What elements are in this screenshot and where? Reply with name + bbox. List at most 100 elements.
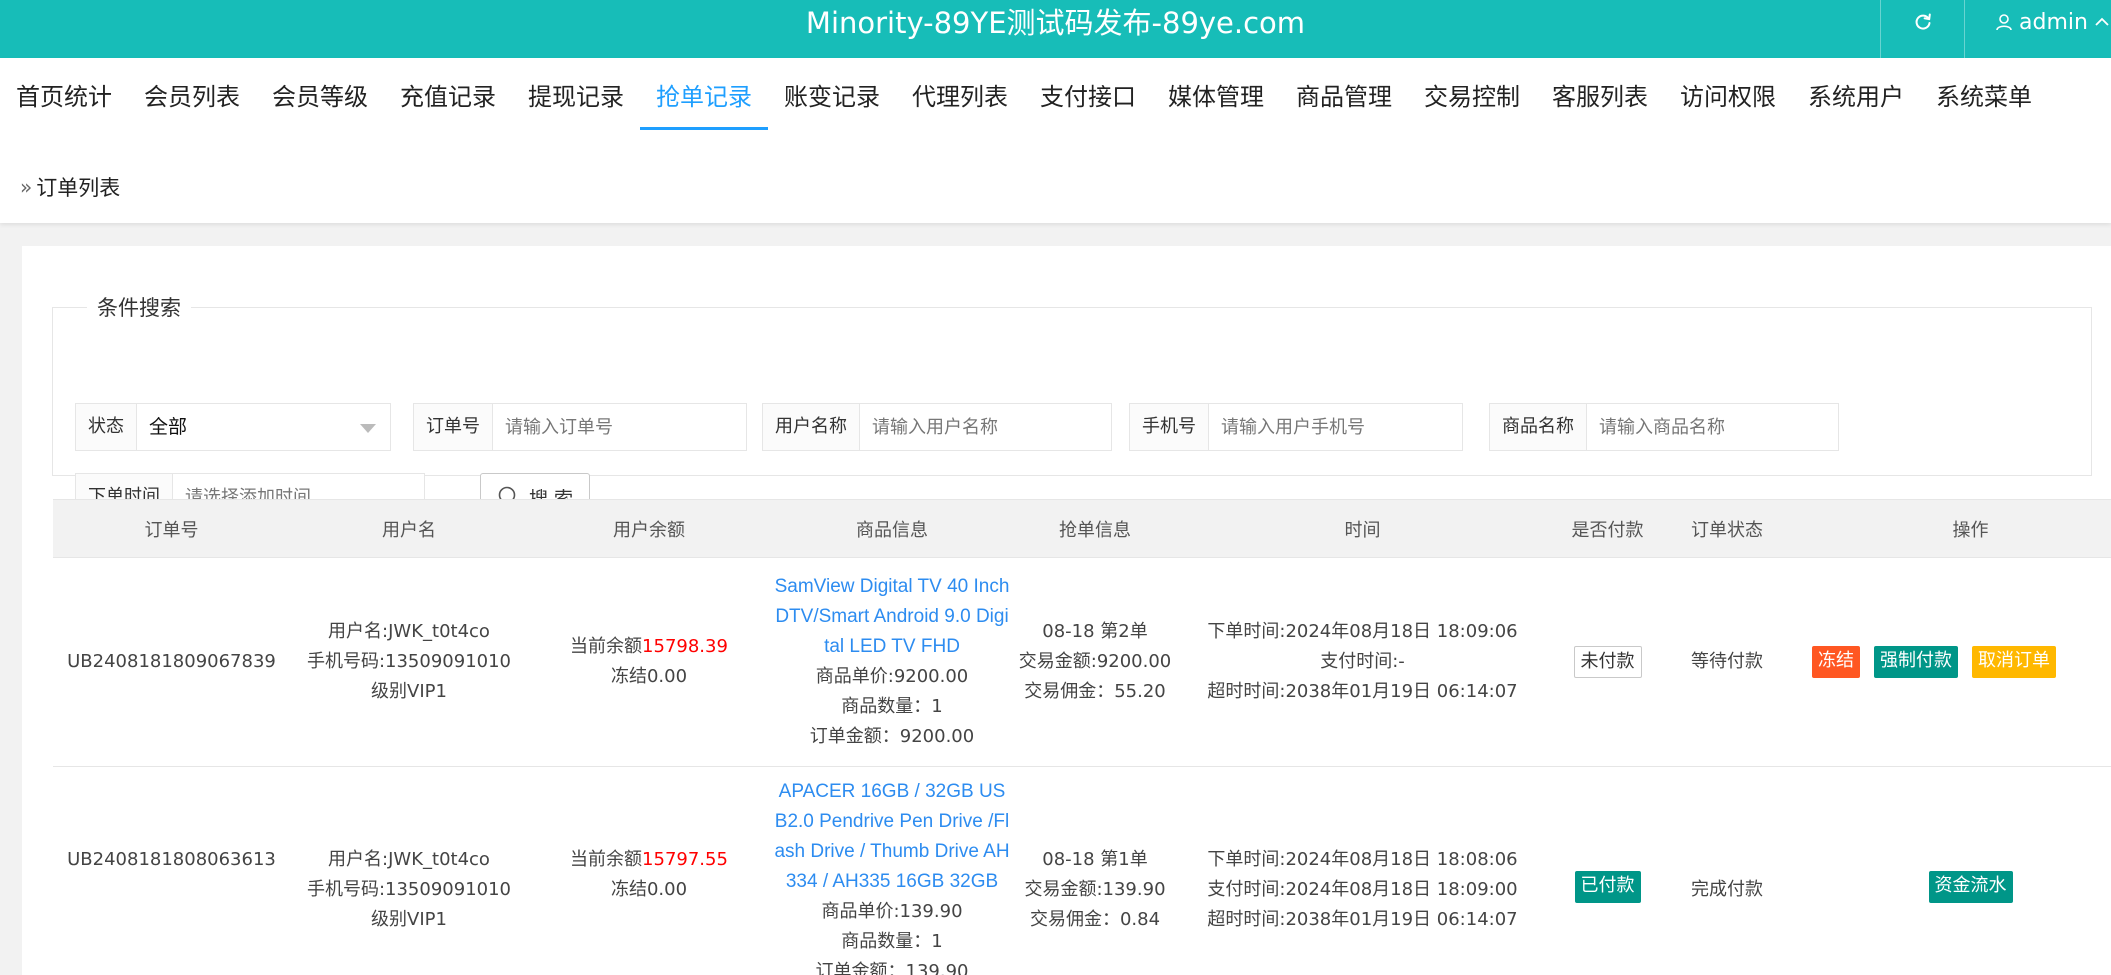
grab-cell: 08-18 第2单 交易金额:9200.00 交易佣金：55.20 (1014, 557, 1176, 767)
time-cell: 下单时间:2024年08月18日 18:08:06 支付时间:2024年08月1… (1176, 766, 1549, 975)
col-header-actions: 操作 (1788, 499, 2111, 558)
time-cell: 下单时间:2024年08月18日 18:09:06 支付时间:- 超时时间:20… (1176, 557, 1549, 767)
status-value[interactable]: 全部 (137, 404, 390, 450)
phone-field: 手机号 (1129, 403, 1463, 451)
actions-cell: 冻结 强制付款 取消订单 (1788, 557, 2111, 767)
search-panel: 条件搜索 状态 全部 订单号 用户名称 手机号 商品名称 下单时间 (52, 292, 2092, 521)
refresh-button[interactable] (1880, 0, 1964, 58)
order-time: 下单时间:2024年08月18日 18:08:06 (1207, 849, 1518, 870)
menu-item-agents[interactable]: 代理列表 (896, 58, 1024, 130)
goods-cell: APACER 16GB / 32GB USB2.0 Pendrive Pen D… (770, 766, 1014, 975)
chevron-up-icon (2095, 17, 2109, 26)
breadcrumb-label: 订单列表 (36, 176, 121, 200)
order-no: UB2408181809067839 (53, 557, 290, 767)
menu-item-grab-orders[interactable]: 抢单记录 (640, 58, 768, 130)
phone-input[interactable] (1209, 404, 1462, 450)
col-header-balance: 用户余额 (528, 499, 770, 558)
menu-item-system-users[interactable]: 系统用户 (1792, 58, 1920, 130)
order-number-field: 订单号 (413, 403, 747, 451)
menu-item-access[interactable]: 访问权限 (1664, 58, 1792, 130)
col-header-time: 时间 (1176, 499, 1549, 558)
table-header-row: 订单号 用户名 用户余额 商品信息 抢单信息 时间 是否付款 订单状态 操作 (53, 499, 2111, 558)
menu-item-balance-changes[interactable]: 账变记录 (768, 58, 896, 130)
refresh-icon (1915, 13, 1931, 30)
balance-label: 当前余额 (570, 849, 643, 870)
breadcrumb: » 订单列表 (20, 172, 120, 202)
grab-cell: 08-18 第1单 交易金额:139.90 交易佣金：0.84 (1014, 766, 1176, 975)
fund-flow-button[interactable]: 资金流水 (1928, 871, 2013, 903)
menu-item-media[interactable]: 媒体管理 (1152, 58, 1280, 130)
search-legend: 条件搜索 (97, 296, 181, 320)
user-cell: 用户名:JWK_t0t4co 手机号码:13509091010 级别VIP1 (290, 766, 528, 975)
status-select[interactable]: 状态 全部 (75, 403, 391, 451)
balance-line: 当前余额15798.39 (532, 632, 766, 662)
unpaid-badge: 未付款 (1573, 646, 1642, 678)
menu-item-withdrawals[interactable]: 提现记录 (512, 58, 640, 130)
menu-item-members[interactable]: 会员列表 (128, 58, 256, 130)
order-number-input[interactable] (493, 404, 746, 450)
order-number-label: 订单号 (414, 404, 493, 450)
caret-down-icon (360, 424, 376, 433)
phone-label: 手机号 (1130, 404, 1209, 450)
col-header-grab: 抢单信息 (1014, 499, 1176, 558)
frozen-amount: 冻结0.00 (610, 666, 688, 687)
main-panel: 条件搜索 状态 全部 订单号 用户名称 手机号 商品名称 下单时间 (22, 246, 2111, 975)
user-name: 用户名:JWK_t0t4co (328, 849, 490, 870)
user-cell: 用户名:JWK_t0t4co 手机号码:13509091010 级别VIP1 (290, 557, 528, 767)
goods-name-input[interactable] (1587, 404, 1838, 450)
goods-link[interactable]: APACER 16GB / 32GB USB2.0 Pendrive Pen D… (774, 777, 1010, 897)
goods-name-field: 商品名称 (1489, 403, 1839, 451)
user-menu[interactable]: admin (1964, 0, 2111, 58)
balance-value: 15798.39 (642, 636, 728, 657)
user-level: 级别VIP1 (371, 681, 447, 702)
table-row: UB2408181808063613 用户名:JWK_t0t4co 手机号码:1… (53, 766, 2111, 975)
grab-no: 08-18 第2单 (1042, 621, 1148, 642)
col-header-paid: 是否付款 (1549, 499, 1666, 558)
actions-cell: 资金流水 (1788, 766, 2111, 975)
trade-amount: 交易金额:139.90 (1024, 879, 1166, 900)
order-amount: 订单金额：139.90 (815, 961, 969, 975)
status-cell: 等待付款 (1666, 557, 1788, 767)
balance-cell: 当前余额15797.55 冻结0.00 (528, 766, 770, 975)
username-field: 用户名称 (762, 403, 1112, 451)
balance-label: 当前余额 (570, 636, 643, 657)
balance-line: 当前余额15797.55 (532, 845, 766, 875)
menu-item-recharges[interactable]: 充值记录 (384, 58, 512, 130)
double-chevron-right-icon: » (20, 175, 33, 199)
unit-price: 商品单价:9200.00 (815, 666, 969, 687)
navbar: 首页统计 会员列表 会员等级 充值记录 提现记录 抢单记录 账变记录 代理列表 … (0, 58, 2111, 223)
menu-item-system-menu[interactable]: 系统菜单 (1920, 58, 2048, 130)
pay-time: 支付时间:- (1320, 651, 1405, 672)
pay-time: 支付时间:2024年08月18日 18:09:00 (1207, 879, 1518, 900)
main-menu: 首页统计 会员列表 会员等级 充值记录 提现记录 抢单记录 账变记录 代理列表 … (0, 58, 2048, 130)
commission: 交易佣金：0.84 (1029, 909, 1161, 930)
force-pay-button[interactable]: 强制付款 (1874, 646, 1958, 678)
cancel-order-button[interactable]: 取消订单 (1972, 646, 2056, 678)
commission: 交易佣金：55.20 (1024, 681, 1166, 702)
menu-item-trade-control[interactable]: 交易控制 (1408, 58, 1536, 130)
goods-cell: SamView Digital TV 40 Inch DTV/Smart And… (770, 557, 1014, 767)
top-bar: Minority-89YE测试码发布-89ye.com admin (0, 0, 2111, 58)
user-icon (1996, 14, 2012, 31)
frozen-amount: 冻结0.00 (610, 879, 688, 900)
menu-item-member-levels[interactable]: 会员等级 (256, 58, 384, 130)
table-row: UB2408181809067839 用户名:JWK_t0t4co 手机号码:1… (53, 557, 2111, 767)
menu-item-payment[interactable]: 支付接口 (1024, 58, 1152, 130)
col-header-username: 用户名 (290, 499, 528, 558)
menu-item-dashboard[interactable]: 首页统计 (0, 58, 128, 130)
goods-name-label: 商品名称 (1490, 404, 1587, 450)
timeout-time: 超时时间:2038年01月19日 06:14:07 (1207, 909, 1518, 930)
goods-link[interactable]: SamView Digital TV 40 Inch DTV/Smart And… (774, 572, 1010, 662)
user-name: 用户名:JWK_t0t4co (328, 621, 490, 642)
unit-price: 商品单价:139.90 (821, 901, 963, 922)
status-cell: 完成付款 (1666, 766, 1788, 975)
freeze-button[interactable]: 冻结 (1812, 646, 1860, 678)
menu-item-goods[interactable]: 商品管理 (1280, 58, 1408, 130)
order-amount: 订单金额：9200.00 (809, 726, 975, 747)
menu-item-service[interactable]: 客服列表 (1536, 58, 1664, 130)
status-label: 状态 (76, 404, 137, 450)
paid-badge: 已付款 (1574, 871, 1641, 903)
username-input[interactable] (860, 404, 1111, 450)
col-header-goods: 商品信息 (770, 499, 1014, 558)
paid-cell: 已付款 (1549, 766, 1666, 975)
